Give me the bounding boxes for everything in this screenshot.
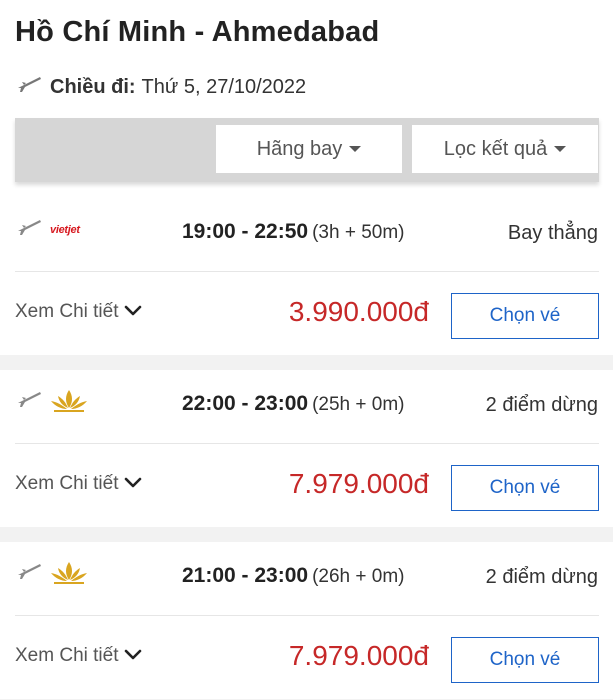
vietnam-airlines-lotus-logo — [50, 388, 88, 419]
departure-label: Chiều đi: — [50, 75, 136, 98]
airline-filter-label: Hãng bay — [256, 137, 343, 160]
result-filter-label: Lọc kết quả — [443, 137, 548, 160]
view-details-toggle[interactable]: Xem Chi tiết — [15, 301, 142, 323]
flight-card: 21:00 - 23:00 (26h + 0m) 2 điểm dừng Xem … — [0, 542, 613, 699]
plane-icon — [16, 561, 42, 586]
choose-ticket-button[interactable]: Chọn vé — [451, 465, 599, 511]
chevron-down-icon — [124, 645, 142, 667]
search-header: Hồ Chí Minh - Ahmedabad Chiều đi: Thứ 5,… — [0, 0, 613, 200]
choose-ticket-button[interactable]: Chọn vé — [451, 293, 599, 339]
chevron-down-icon — [124, 473, 142, 495]
flight-time-range: 22:00 - 23:00 — [182, 392, 309, 415]
flight-times: 21:00 - 23:00 (26h + 0m) — [182, 564, 405, 588]
airline-filter-button[interactable]: Hãng bay — [216, 125, 402, 173]
view-details-label: Xem Chi tiết — [15, 301, 119, 322]
flight-price: 7.979.000đ — [288, 468, 429, 499]
flight-price: 3.990.000đ — [288, 296, 429, 327]
result-filter-button[interactable]: Lọc kết quả — [412, 125, 598, 173]
flight-duration: (25h + 0m) — [312, 394, 405, 415]
chevron-down-icon — [124, 301, 142, 323]
view-details-label: Xem Chi tiết — [15, 473, 119, 494]
caret-down-icon — [349, 146, 362, 152]
vietjet-logo-text: vietjet — [50, 224, 80, 236]
flight-duration: (3h + 50m) — [312, 222, 405, 243]
plane-icon — [16, 217, 42, 242]
flight-card: vietjet 19:00 - 22:50 (3h + 50m) Bay thẳn… — [0, 198, 613, 355]
caret-down-icon — [554, 146, 567, 152]
departure-info: Chiều đi: Thứ 5, 27/10/2022 — [16, 72, 306, 102]
flight-times: 19:00 - 22:50 (3h + 50m) — [182, 220, 405, 244]
plane-icon — [16, 389, 42, 414]
flight-card: 22:00 - 23:00 (25h + 0m) 2 điểm dừng Xem … — [0, 370, 613, 527]
choose-ticket-button[interactable]: Chọn vé — [451, 637, 599, 683]
flight-stops: Bay thẳng — [507, 222, 598, 244]
vietnam-airlines-lotus-logo — [50, 560, 88, 591]
vietjet-logo: vietjet — [50, 220, 80, 238]
flight-time-range: 21:00 - 23:00 — [182, 564, 309, 587]
departure-date: Thứ 5, 27/10/2022 — [141, 75, 307, 98]
flight-stops: 2 điểm dừng — [485, 566, 598, 588]
flight-duration: (26h + 0m) — [312, 566, 405, 587]
route-title: Hồ Chí Minh - Ahmedabad — [15, 16, 380, 48]
flight-times: 22:00 - 23:00 (25h + 0m) — [182, 392, 405, 416]
view-details-label: Xem Chi tiết — [15, 645, 119, 666]
flight-stops: 2 điểm dừng — [485, 394, 598, 416]
divider — [15, 615, 599, 616]
view-details-toggle[interactable]: Xem Chi tiết — [15, 645, 142, 667]
flight-time-range: 19:00 - 22:50 — [182, 220, 309, 243]
view-details-toggle[interactable]: Xem Chi tiết — [15, 473, 142, 495]
filter-bar: Hãng bay Lọc kết quả — [15, 118, 599, 182]
flight-price: 7.979.000đ — [288, 640, 429, 671]
divider — [15, 443, 599, 444]
plane-icon — [16, 74, 42, 100]
divider — [15, 271, 599, 272]
